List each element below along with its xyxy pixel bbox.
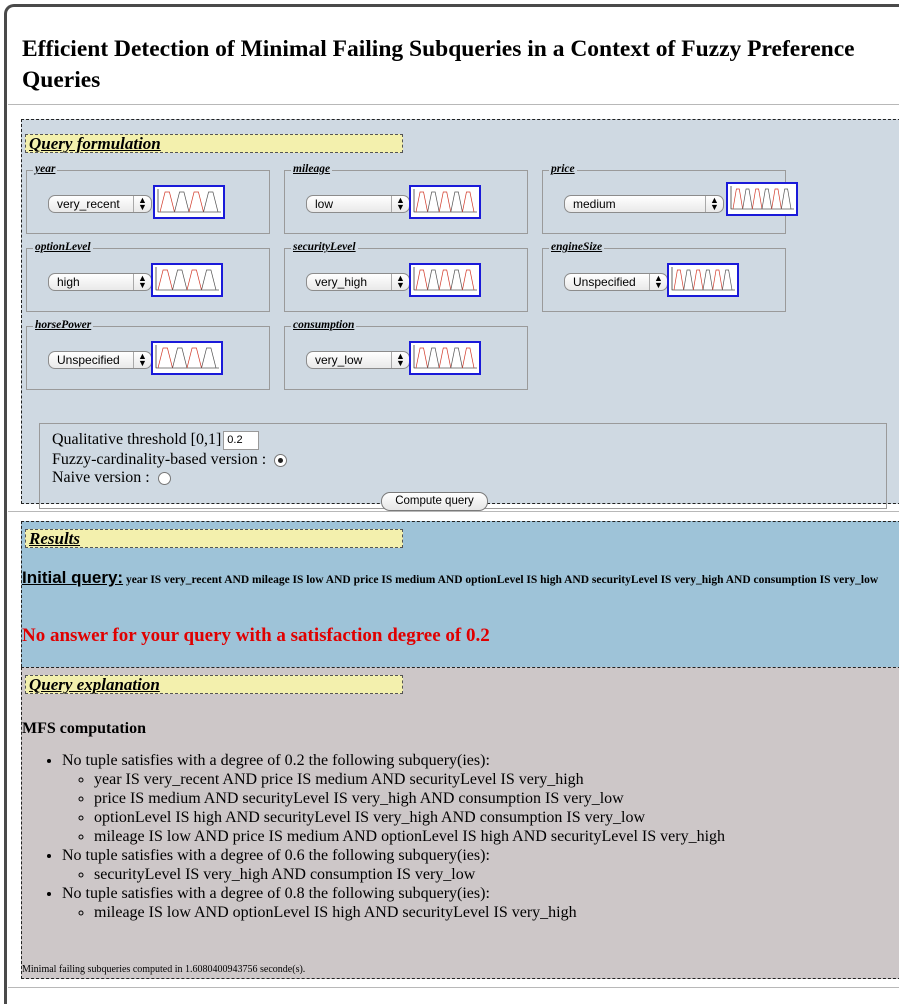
- mfs-heading: MFS computation: [22, 720, 146, 737]
- no-answer-message: No answer for your query with a satisfac…: [22, 625, 490, 646]
- mfs-subquery: optionLevel IS high AND securityLevel IS…: [94, 808, 725, 827]
- threshold-input[interactable]: 0.2: [223, 431, 260, 450]
- year-label: year: [33, 163, 58, 176]
- fuzzy-version-label: Fuzzy-cardinality-based version :: [52, 451, 267, 468]
- query-explanation-section: Query explanation MFS computation No tup…: [21, 667, 899, 979]
- engineSize-select[interactable]: Unspecified ▲ ▼: [564, 273, 668, 291]
- consumption-membership-graph: [409, 341, 481, 375]
- membership-curves-icon: [730, 186, 794, 210]
- consumption-select[interactable]: very_low ▲ ▼: [306, 351, 410, 369]
- mfs-group-text: No tuple satisfies with a degree of 0.6 …: [62, 847, 490, 864]
- price-membership-graph: [726, 182, 798, 216]
- mfs-group-text: No tuple satisfies with a degree of 0.2 …: [62, 752, 490, 769]
- fuzzy-version-radio[interactable]: [274, 453, 288, 467]
- membership-curves-icon: [671, 267, 735, 291]
- initial-query-label: Initial query:: [22, 568, 124, 587]
- query-formulation-section: Query formulation year very_recent ▲ ▼ mil…: [21, 119, 899, 511]
- fieldset-engineSize: engineSize Unspecified ▲ ▼: [542, 241, 786, 312]
- bottom-separator: [8, 987, 899, 988]
- query-explanation-title: Query explanation: [25, 675, 403, 694]
- securityLevel-label: securityLevel: [291, 241, 358, 254]
- naive-version-radio[interactable]: [157, 471, 171, 485]
- select-arrows-icon: ▲ ▼: [649, 274, 667, 290]
- select-arrows-icon: ▲ ▼: [391, 196, 409, 212]
- title-separator: [8, 104, 899, 105]
- query-formulation-title: Query formulation: [25, 134, 403, 153]
- select-arrows-icon: ▲ ▼: [391, 274, 409, 290]
- mfs-group: No tuple satisfies with a degree of 0.8 …: [62, 884, 725, 922]
- horsePower-select[interactable]: Unspecified ▲ ▼: [48, 351, 152, 369]
- price-label: price: [549, 163, 577, 176]
- engineSize-membership-graph: [667, 263, 739, 297]
- price-select[interactable]: medium ▲ ▼: [564, 195, 724, 213]
- mileage-select[interactable]: low ▲ ▼: [306, 195, 410, 213]
- membership-curves-icon: [413, 189, 477, 213]
- select-arrows-icon: ▲ ▼: [705, 196, 723, 212]
- computation-time-note: Minimal failing subqueries computed in 1…: [22, 964, 306, 975]
- mfs-subquery: year IS very_recent AND price IS medium …: [94, 770, 725, 789]
- membership-curves-icon: [413, 345, 477, 369]
- fieldset-consumption: consumption very_low ▲ ▼: [284, 319, 528, 390]
- optionLevel-membership-graph: [151, 263, 223, 297]
- year-select[interactable]: very_recent ▲ ▼: [48, 195, 152, 213]
- mfs-subquery: mileage IS low AND price IS medium AND o…: [94, 827, 725, 846]
- engineSize-select-value: Unspecified: [573, 275, 636, 289]
- fieldset-optionLevel: optionLevel high ▲ ▼: [26, 241, 270, 312]
- fuzzy-version-row: Fuzzy-cardinality-based version :: [52, 451, 288, 469]
- query-options-box: Qualitative threshold [0,1] 0.2 Fuzzy-car…: [39, 423, 887, 511]
- mileage-membership-graph: [409, 185, 481, 219]
- fieldset-mileage: mileage low ▲ ▼: [284, 163, 528, 234]
- mfs-group: No tuple satisfies with a degree of 0.6 …: [62, 846, 725, 884]
- consumption-select-value: very_low: [315, 353, 363, 367]
- fieldset-securityLevel: securityLevel very_high ▲ ▼: [284, 241, 528, 312]
- year-membership-graph: [153, 185, 225, 219]
- mfs-subquery: mileage IS low AND optionLevel IS high A…: [94, 903, 725, 922]
- mfs-group: No tuple satisfies with a degree of 0.2 …: [62, 751, 725, 846]
- mfs-list: No tuple satisfies with a degree of 0.2 …: [22, 751, 725, 922]
- horsePower-membership-graph: [151, 341, 223, 375]
- optionLevel-select[interactable]: high ▲ ▼: [48, 273, 152, 291]
- membership-curves-icon: [413, 267, 477, 291]
- optionLevel-select-value: high: [57, 275, 80, 289]
- select-arrows-icon: ▲ ▼: [133, 274, 151, 290]
- securityLevel-select-value: very_high: [315, 275, 368, 289]
- mfs-group-text: No tuple satisfies with a degree of 0.8 …: [62, 885, 490, 902]
- mfs-subquery: securityLevel IS very_high AND consumpti…: [94, 865, 725, 884]
- fieldset-price: price medium ▲ ▼: [542, 163, 798, 234]
- horsePower-select-value: Unspecified: [57, 353, 120, 367]
- page-title: Efficient Detection of Minimal Failing S…: [22, 36, 855, 93]
- section-separator: [8, 511, 899, 512]
- threshold-label: Qualitative threshold [0,1]: [52, 431, 222, 448]
- select-arrows-icon: ▲ ▼: [133, 196, 151, 212]
- horsePower-label: horsePower: [33, 319, 94, 332]
- mfs-subquery: price IS medium AND securityLevel IS ver…: [94, 789, 725, 808]
- membership-curves-icon: [155, 267, 219, 291]
- consumption-label: consumption: [291, 319, 357, 332]
- price-select-value: medium: [573, 197, 616, 211]
- engineSize-label: engineSize: [549, 241, 605, 254]
- results-section: Results Initial query: year IS very_rece…: [21, 521, 899, 667]
- mileage-select-value: low: [315, 197, 334, 211]
- compute-query-button[interactable]: Compute query: [381, 492, 488, 511]
- select-arrows-icon: ▲ ▼: [391, 352, 409, 368]
- membership-curves-icon: [155, 345, 219, 369]
- initial-query-text: year IS very_recent AND mileage IS low A…: [125, 574, 879, 586]
- results-title: Results: [25, 529, 403, 548]
- optionLevel-label: optionLevel: [33, 241, 93, 254]
- naive-version-label: Naive version :: [52, 469, 150, 486]
- membership-curves-icon: [157, 189, 221, 213]
- securityLevel-membership-graph: [409, 263, 481, 297]
- securityLevel-select[interactable]: very_high ▲ ▼: [306, 273, 410, 291]
- naive-version-row: Naive version : Compute query: [52, 469, 852, 511]
- initial-query-line: Initial query: year IS very_recent AND m…: [22, 569, 892, 586]
- select-arrows-icon: ▲ ▼: [133, 352, 151, 368]
- mileage-label: mileage: [291, 163, 333, 176]
- year-select-value: very_recent: [57, 197, 120, 211]
- fieldset-year: year very_recent ▲ ▼: [26, 163, 270, 234]
- fieldset-horsePower: horsePower Unspecified ▲ ▼: [26, 319, 270, 390]
- threshold-row: Qualitative threshold [0,1] 0.2: [52, 431, 260, 450]
